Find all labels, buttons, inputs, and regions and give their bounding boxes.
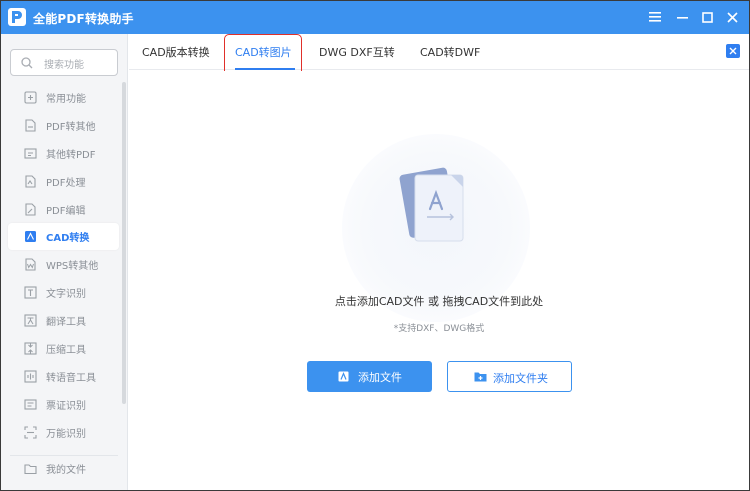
ocr-icon: [24, 286, 37, 299]
scan-icon: [24, 426, 37, 439]
drop-zone[interactable]: 点击添加CAD文件 或 拖拽CAD文件到此处 *支持DXF、DWG格式 添加文件…: [129, 71, 749, 490]
add-folder-button[interactable]: 添加文件夹: [447, 361, 572, 392]
ticket-icon: [24, 399, 37, 410]
add-folder-icon: [474, 372, 487, 382]
sidebar-item-common[interactable]: 常用功能: [8, 84, 119, 111]
compress-icon: [24, 342, 37, 355]
pdf-process-icon: [25, 175, 36, 188]
menu-icon: [649, 12, 661, 22]
sidebar-item-cad-convert[interactable]: CAD转换: [8, 223, 119, 250]
sidebar-item-ticket-ocr[interactable]: 票证识别: [8, 391, 119, 418]
title-bar: 全能PDF转换助手: [1, 1, 749, 34]
maximize-icon: [701, 11, 713, 23]
add-file-button[interactable]: 添加文件: [307, 361, 432, 392]
sidebar-item-label: 翻译工具: [46, 317, 86, 328]
app-window: 全能PDF转换助手 搜索功能 常用功能 PDF转其他 其他转PDF PDF处理 …: [0, 0, 750, 491]
sidebar-item-label: 转语音工具: [46, 373, 96, 384]
pdf-convert-icon: [25, 119, 36, 132]
sidebar-item-label: 票证识别: [46, 401, 86, 412]
maximize-button[interactable]: [698, 8, 716, 26]
close-icon: [729, 47, 737, 55]
tab-cad-version-convert[interactable]: CAD版本转换: [142, 44, 210, 60]
add-file-label: 添加文件: [358, 371, 402, 384]
cad-icon: [25, 231, 36, 242]
close-panel-button[interactable]: [726, 44, 740, 58]
minimize-button[interactable]: [673, 8, 691, 26]
sidebar-item-label: 常用功能: [46, 94, 86, 105]
search-placeholder: 搜索功能: [44, 60, 84, 71]
sidebar-item-other-to-pdf[interactable]: 其他转PDF: [8, 140, 119, 167]
sidebar-item-label: PDF处理: [46, 178, 86, 189]
sidebar-item-speech[interactable]: 转语音工具: [8, 363, 119, 390]
sidebar: 搜索功能 常用功能 PDF转其他 其他转PDF PDF处理 PDF编辑 CAD转…: [1, 34, 128, 490]
add-folder-label: 添加文件夹: [493, 372, 548, 385]
sidebar-item-label: 其他转PDF: [46, 150, 96, 161]
speech-icon: [24, 370, 37, 383]
minimize-icon: [676, 16, 688, 19]
sidebar-item-label: 压缩工具: [46, 345, 86, 356]
sidebar-item-label: 我的文件: [46, 465, 86, 476]
to-pdf-icon: [24, 148, 37, 159]
sidebar-item-pdf-to-other[interactable]: PDF转其他: [8, 112, 119, 139]
add-file-icon: [338, 371, 349, 382]
sidebar-item-label: WPS转其他: [46, 261, 99, 272]
sidebar-item-my-files[interactable]: 我的文件: [8, 455, 119, 482]
sidebar-item-label: 文字识别: [46, 289, 86, 300]
close-window-button[interactable]: [723, 8, 741, 26]
sidebar-item-pdf-process[interactable]: PDF处理: [8, 168, 119, 195]
app-title: 全能PDF转换助手: [33, 12, 134, 26]
sidebar-item-label: 万能识别: [46, 429, 86, 440]
menu-button[interactable]: [646, 8, 664, 26]
search-input[interactable]: 搜索功能: [10, 49, 118, 76]
sidebar-item-label: PDF转其他: [46, 122, 96, 133]
tab-dwg-dxf-convert[interactable]: DWG DXF互转: [319, 44, 395, 60]
tab-bar: CAD版本转换 CAD转图片 DWG DXF互转 CAD转DWF: [129, 34, 749, 76]
sidebar-item-wps-to-other[interactable]: WPS转其他: [8, 251, 119, 278]
translate-icon: [24, 314, 37, 327]
document-illustration-icon: [399, 167, 464, 242]
pdf-edit-icon: [25, 203, 36, 216]
drop-hint-text: 点击添加CAD文件 或 拖拽CAD文件到此处: [334, 295, 544, 308]
sidebar-item-pdf-edit[interactable]: PDF编辑: [8, 196, 119, 223]
sidebar-item-translate[interactable]: 翻译工具: [8, 307, 119, 334]
sidebar-item-label: PDF编辑: [46, 206, 86, 217]
tab-cad-to-dwf[interactable]: CAD转DWF: [420, 44, 480, 60]
app-logo-icon: [8, 8, 26, 26]
sidebar-item-compress[interactable]: 压缩工具: [8, 335, 119, 362]
sidebar-scrollbar[interactable]: [122, 82, 126, 404]
star-icon: [24, 91, 37, 104]
sidebar-item-label: CAD转换: [46, 233, 90, 244]
sidebar-item-universal-ocr[interactable]: 万能识别: [8, 419, 119, 446]
wps-icon: [25, 258, 36, 271]
folder-icon: [24, 464, 37, 475]
supported-formats-text: *支持DXF、DWG格式: [393, 324, 485, 334]
tab-highlight-box: [224, 34, 302, 76]
search-icon: [21, 57, 33, 69]
sidebar-item-ocr[interactable]: 文字识别: [8, 279, 119, 306]
close-icon: [726, 11, 738, 23]
